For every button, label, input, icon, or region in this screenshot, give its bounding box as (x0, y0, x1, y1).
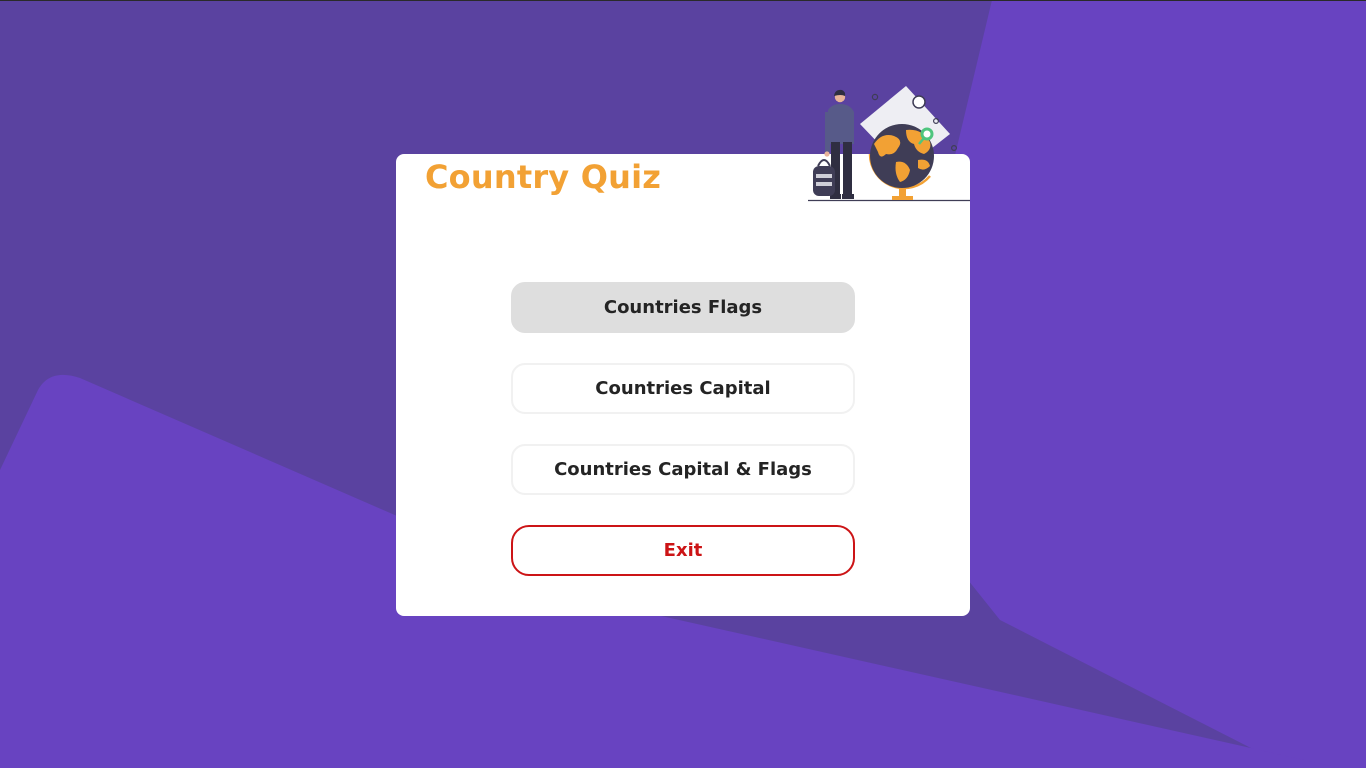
page-title: Country Quiz (425, 158, 662, 196)
exit-button[interactable]: Exit (511, 525, 855, 576)
countries-flags-button[interactable]: Countries Flags (511, 282, 855, 333)
traveler-with-globe-illustration (808, 86, 970, 202)
countries-capital-flags-button[interactable]: Countries Capital & Flags (511, 444, 855, 495)
countries-capital-button[interactable]: Countries Capital (511, 363, 855, 414)
quiz-card: Country Quiz Countries Flags Countries C… (396, 154, 970, 616)
